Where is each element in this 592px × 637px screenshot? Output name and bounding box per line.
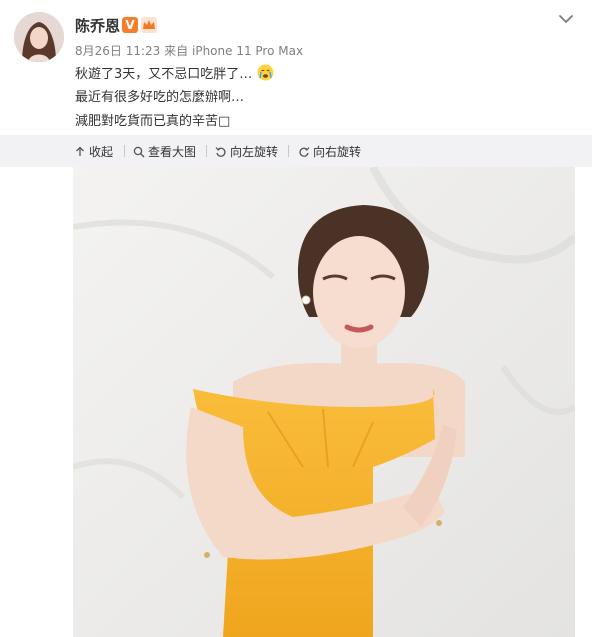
weibo-post: 陈乔恩 V 8月26日 11:23 来自 iPhone 11 Pro Max 秋… [0,0,592,637]
verified-badge[interactable]: V [122,17,138,33]
avatar[interactable] [14,12,64,62]
source-prefix: 来自 [164,44,189,58]
rotate-right-label: 向右旋转 [313,145,362,159]
post-line-1: 秋遊了3天，又不忌口吃胖了… [75,64,274,88]
post-line-1-text: 秋遊了3天，又不忌口吃胖了… [75,67,253,82]
post-line-3-text: 減肥對吃貨而已真的辛苦 [75,114,219,129]
rotate-right-icon [299,146,310,157]
username[interactable]: 陈乔恩 [75,15,120,36]
avatar-image [14,12,64,62]
missing-glyph: □ [218,114,231,129]
post-date[interactable]: 8月26日 [75,44,122,58]
toolbar-divider [206,145,207,157]
collapse-up-icon [76,146,84,156]
post-line-2: 最近有很多好吃的怎麼辦啊… [75,90,245,105]
view-large-label: 查看大图 [148,145,197,159]
photo-image [73,167,575,637]
chevron-down-icon[interactable] [557,12,575,26]
crying-face-emoji-icon [257,64,274,81]
view-large-button[interactable]: 查看大图 [133,143,196,160]
post-meta: 8月26日 11:23 来自 iPhone 11 Pro Max [75,42,303,59]
rotate-left-button[interactable]: 向左旋转 [215,143,278,160]
toolbar-divider [288,145,289,157]
rotate-left-label: 向左旋转 [230,145,279,159]
post-source[interactable]: iPhone 11 Pro Max [192,44,303,58]
post-photo[interactable] [73,167,575,637]
rotate-right-button[interactable]: 向右旋转 [298,143,361,160]
magnifier-icon [133,146,145,157]
toolbar-divider [124,145,125,157]
post-text: 秋遊了3天，又不忌口吃胖了… 最近有很多好吃的怎麼辦啊… 減肥對吃貨而已真的辛苦… [75,64,274,136]
image-toolbar: 收起 查看大图 向左旋转 向右旋转 [0,135,592,167]
crown-icon[interactable] [140,16,158,34]
collapse-button[interactable]: 收起 [74,143,113,160]
rotate-left-icon [215,146,226,157]
post-line-3: 減肥對吃貨而已真的辛苦□ [75,112,274,136]
collapse-label: 收起 [89,145,114,159]
post-time[interactable]: 11:23 [126,44,161,58]
